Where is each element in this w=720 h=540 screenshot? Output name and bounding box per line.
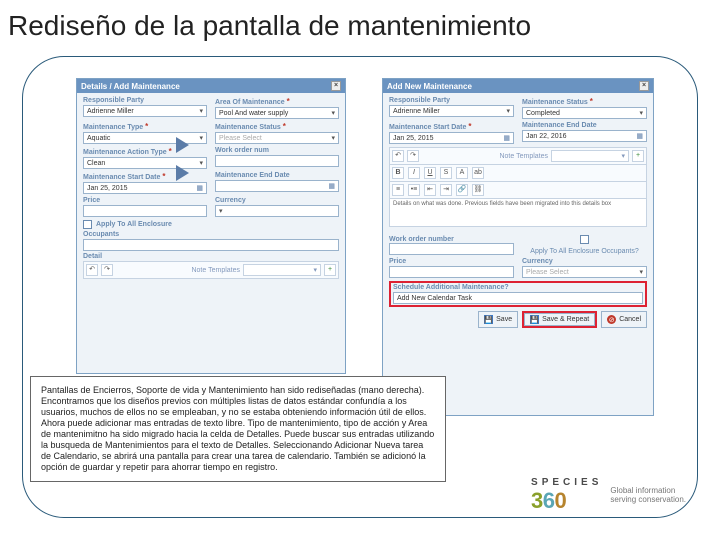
ordered-list-icon[interactable]: ≡ bbox=[392, 184, 404, 196]
workorder-input[interactable] bbox=[389, 243, 514, 255]
end-date-input[interactable]: ▦ bbox=[215, 180, 339, 192]
occupants-label: Occupants bbox=[83, 231, 339, 238]
editor-toolbar: ↶ ↷ Note Templates ▾ + bbox=[83, 261, 339, 279]
note-templates-select[interactable]: ▾ bbox=[243, 264, 321, 276]
currency-select[interactable] bbox=[215, 205, 339, 217]
end-date-label: Maintenance End Date bbox=[215, 172, 339, 179]
font-color-icon[interactable]: A bbox=[456, 167, 468, 179]
save-button[interactable]: 💾Save bbox=[478, 311, 518, 328]
area-label: Area Of Maintenance * bbox=[215, 97, 339, 106]
price-label: Price bbox=[389, 258, 514, 265]
responsible-party-label: Responsible Party bbox=[389, 97, 514, 104]
editor-format-row: B I U S A ab bbox=[389, 165, 647, 182]
apply-all-label: Apply To All Enclosure bbox=[96, 221, 172, 228]
occupants-input[interactable] bbox=[83, 239, 339, 251]
price-label: Price bbox=[83, 197, 207, 204]
panel-left-header: Details / Add Maintenance × bbox=[77, 79, 345, 93]
redo-icon[interactable]: ↷ bbox=[407, 150, 419, 162]
unordered-list-icon[interactable]: •≡ bbox=[408, 184, 420, 196]
maintenance-status-select[interactable]: Completed bbox=[522, 107, 647, 119]
start-date-label: Maintenance Start Date * bbox=[389, 122, 514, 131]
close-icon[interactable]: × bbox=[331, 81, 341, 91]
summary-callout: Pantallas de Encierros, Soporte de vida … bbox=[30, 376, 446, 482]
apply-all-checkbox[interactable] bbox=[83, 220, 92, 229]
responsible-party-select[interactable]: Adrienne Miller bbox=[83, 105, 207, 117]
maintenance-type-label: Maintenance Type * bbox=[83, 122, 207, 131]
panel-details-add-maintenance: Details / Add Maintenance × Responsible … bbox=[76, 78, 346, 374]
details-textarea[interactable]: Details on what was done. Previous field… bbox=[389, 199, 647, 227]
species360-logo: SPECIES 360 Global information serving c… bbox=[531, 477, 686, 514]
chevron-down-icon: ▾ bbox=[621, 152, 625, 160]
undo-icon[interactable]: ↶ bbox=[86, 264, 98, 276]
price-input[interactable] bbox=[83, 205, 207, 217]
detail-label: Detail bbox=[83, 253, 339, 260]
currency-label: Currency bbox=[522, 258, 647, 265]
area-select[interactable]: Pool And water supply bbox=[215, 107, 339, 119]
chevron-down-icon: ▾ bbox=[313, 266, 317, 274]
add-calendar-task-button[interactable]: Add New Calendar Task bbox=[393, 292, 643, 304]
highlight-icon[interactable]: ab bbox=[472, 167, 484, 179]
cancel-button[interactable]: ⊘Cancel bbox=[601, 311, 647, 328]
template-add-icon[interactable]: + bbox=[324, 264, 336, 276]
redo-icon[interactable]: ↷ bbox=[101, 264, 113, 276]
unlink-icon[interactable]: ⛓ bbox=[472, 184, 484, 196]
italic-icon[interactable]: I bbox=[408, 167, 420, 179]
brand-tagline: Global information serving conservation. bbox=[610, 487, 686, 505]
start-date-input[interactable]: Jan 25, 2015▦ bbox=[389, 132, 514, 144]
currency-select[interactable]: Please Select bbox=[522, 266, 647, 278]
workorder-label: Work order num bbox=[215, 147, 339, 154]
calendar-icon[interactable]: ▦ bbox=[636, 132, 643, 140]
callout-arrow-icon bbox=[176, 137, 189, 153]
outdent-icon[interactable]: ⇤ bbox=[424, 184, 436, 196]
currency-label: Currency bbox=[215, 197, 339, 204]
slide-title: Rediseño de la pantalla de mantenimiento bbox=[8, 10, 531, 42]
maintenance-status-label: Maintenance Status * bbox=[522, 97, 647, 106]
strike-icon[interactable]: S bbox=[440, 167, 452, 179]
apply-all-label: Apply To All Enclosure Occupants? bbox=[530, 248, 638, 255]
panel-left-title: Details / Add Maintenance bbox=[81, 82, 180, 91]
apply-all-checkbox[interactable] bbox=[580, 235, 589, 244]
panel-add-new-maintenance: Add New Maintenance × Responsible Party … bbox=[382, 78, 654, 416]
save-repeat-button[interactable]: 💾Save & Repeat bbox=[524, 313, 595, 326]
price-input[interactable] bbox=[389, 266, 514, 278]
save-icon: 💾 bbox=[484, 315, 493, 324]
end-date-label: Maintenance End Date bbox=[522, 122, 647, 129]
note-templates-label: Note Templates bbox=[499, 153, 548, 160]
note-templates-label: Note Templates bbox=[191, 267, 240, 274]
underline-icon[interactable]: U bbox=[424, 167, 436, 179]
workorder-label: Work order number bbox=[389, 236, 514, 243]
maintenance-status-select[interactable]: Please Select bbox=[215, 132, 339, 144]
end-date-input[interactable]: Jan 22, 2016▦ bbox=[522, 130, 647, 142]
schedule-label: Schedule Additional Maintenance? bbox=[393, 284, 509, 291]
editor-toolbar: ↶ ↷ Note Templates ▾ + bbox=[389, 147, 647, 165]
indent-icon[interactable]: ⇥ bbox=[440, 184, 452, 196]
brand-name: SPECIES bbox=[531, 477, 602, 488]
start-date-input[interactable]: Jan 25, 2015▦ bbox=[83, 182, 207, 194]
close-icon[interactable]: × bbox=[639, 81, 649, 91]
panel-right-header: Add New Maintenance × bbox=[383, 79, 653, 93]
template-add-icon[interactable]: + bbox=[632, 150, 644, 162]
cancel-icon: ⊘ bbox=[607, 315, 616, 324]
bold-icon[interactable]: B bbox=[392, 167, 404, 179]
link-icon[interactable]: 🔗 bbox=[456, 184, 468, 196]
calendar-icon[interactable]: ▦ bbox=[503, 134, 510, 142]
maintenance-status-label: Maintenance Status * bbox=[215, 122, 339, 131]
undo-icon[interactable]: ↶ bbox=[392, 150, 404, 162]
responsible-party-label: Responsible Party bbox=[83, 97, 207, 104]
responsible-party-select[interactable]: Adrienne Miller bbox=[389, 105, 514, 117]
note-templates-select[interactable]: ▾ bbox=[551, 150, 629, 162]
calendar-icon[interactable]: ▦ bbox=[196, 184, 203, 192]
brand-digits: 360 bbox=[531, 488, 602, 514]
panel-right-title: Add New Maintenance bbox=[387, 82, 472, 91]
callout-arrow-icon bbox=[176, 165, 189, 181]
workorder-input[interactable] bbox=[215, 155, 339, 167]
editor-list-row: ≡ •≡ ⇤ ⇥ 🔗 ⛓ bbox=[389, 182, 647, 199]
save-icon: 💾 bbox=[530, 315, 539, 324]
schedule-additional-highlight: Schedule Additional Maintenance? Add New… bbox=[389, 281, 647, 307]
calendar-icon[interactable]: ▦ bbox=[328, 182, 335, 190]
